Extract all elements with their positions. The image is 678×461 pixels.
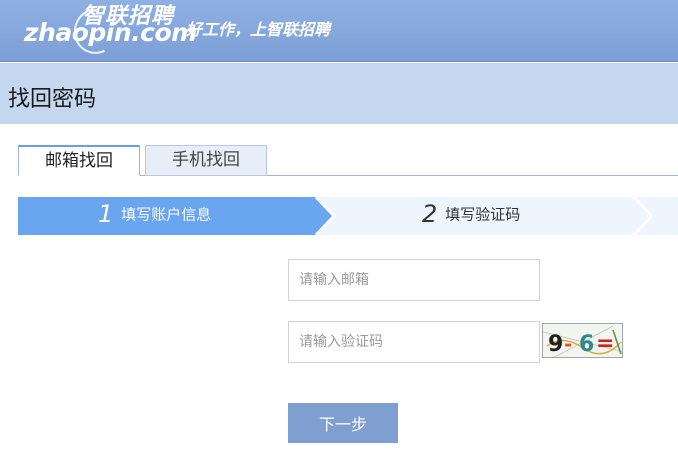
page-title-bar: 找回密码: [0, 63, 678, 124]
header-slogan: 好工作，上智联招聘: [186, 20, 331, 39]
captcha-image[interactable]: 9 - 6 =: [542, 323, 623, 358]
next-step-button[interactable]: 下一步: [288, 403, 398, 443]
step-2-number: 2: [422, 200, 438, 228]
step-2-label: 填写验证码: [445, 205, 521, 224]
step-1: 1 填写账户信息: [98, 200, 211, 228]
captcha-char-3: 6: [579, 332, 594, 357]
progress-steps: 1 填写账户信息 2 填写验证码: [18, 197, 678, 235]
email-input[interactable]: [288, 259, 540, 301]
captcha-char-4: =: [596, 331, 614, 356]
captcha-graphic: 9 - 6 =: [543, 325, 622, 357]
zhaopin-logo[interactable]: 智联招聘 zhaopin.com: [24, 0, 197, 61]
step-1-label: 填写账户信息: [121, 205, 212, 224]
tab-email-recovery[interactable]: 邮箱找回: [18, 145, 140, 176]
captcha-char-2: -: [564, 332, 572, 356]
site-header: 智联招聘 zhaopin.com 好工作，上智联招聘: [0, 0, 678, 62]
captcha-input[interactable]: [288, 321, 540, 363]
step-2: 2 填写验证码: [422, 200, 520, 228]
captcha-char-1: 9: [548, 332, 563, 357]
step-1-number: 1: [98, 200, 114, 228]
recovery-method-tabs: 邮箱找回 手机找回: [18, 145, 678, 176]
logo-english-text: zhaopin.com: [24, 18, 197, 47]
tab-phone-recovery[interactable]: 手机找回: [145, 145, 267, 176]
page-title: 找回密码: [8, 87, 97, 112]
